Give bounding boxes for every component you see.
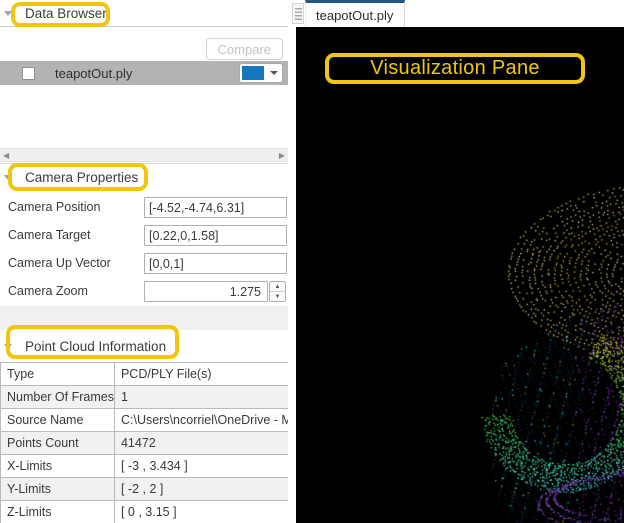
panel-grip-icon[interactable] xyxy=(292,3,304,24)
row-label: Z-Limits xyxy=(0,500,115,523)
scroll-right-icon[interactable]: ▶ xyxy=(279,150,285,162)
row-label: X-Limits xyxy=(0,454,115,478)
visualization-pane: teapotOut.ply xyxy=(288,0,624,523)
stepper-up-icon[interactable]: ▲ xyxy=(270,282,285,292)
point-cloud-viewport[interactable] xyxy=(296,27,624,523)
tab-teapotout-ply[interactable]: teapotOut.ply xyxy=(305,0,405,27)
data-browser-header: Data Browser xyxy=(0,0,288,27)
camera-position-field: Camera Position xyxy=(0,197,288,218)
camera-zoom-field: Camera Zoom ▲ ▼ xyxy=(0,281,288,302)
color-swatch xyxy=(242,66,264,80)
scroll-left-icon[interactable]: ◀ xyxy=(3,150,9,162)
camera-target-input[interactable] xyxy=(144,225,287,246)
chevron-down-icon xyxy=(270,71,278,75)
point-cloud-canvas[interactable] xyxy=(296,27,624,523)
file-visibility-checkbox[interactable] xyxy=(22,66,35,80)
camera-up-vector-field: Camera Up Vector xyxy=(0,253,288,274)
camera-zoom-label: Camera Zoom xyxy=(8,284,88,298)
table-row: Source Name C:\Users\ncorriel\OneDrive -… xyxy=(0,408,300,432)
camera-target-field: Camera Target xyxy=(0,225,288,246)
tab-bar: teapotOut.ply xyxy=(288,0,624,27)
camera-zoom-stepper: ▲ ▼ xyxy=(269,281,286,302)
table-row: Z-Limits [ 0 , 3.15 ] xyxy=(0,500,300,523)
color-picker-dropdown[interactable] xyxy=(239,63,283,83)
section-divider xyxy=(0,306,288,330)
point-cloud-info-title: Point Cloud Information xyxy=(25,338,167,354)
collapse-arrow-icon[interactable] xyxy=(4,343,12,349)
camera-position-input[interactable] xyxy=(144,197,287,218)
row-value: 41472 xyxy=(113,431,300,455)
point-cloud-info-table: Type PCD/PLY File(s) Number Of Frames 1 … xyxy=(0,362,300,523)
point-cloud-info-header: Point Cloud Information xyxy=(0,330,288,362)
data-browser-title: Data Browser xyxy=(25,5,107,21)
horizontal-scrollbar[interactable]: ◀ ▶ xyxy=(0,148,288,162)
camera-up-vector-label: Camera Up Vector xyxy=(8,256,111,270)
row-label: Type xyxy=(0,362,115,386)
collapse-arrow-icon[interactable] xyxy=(4,175,12,180)
lidar-viewer-app: Data Browser Compare teapotOut.ply ◀ ▶ C… xyxy=(0,0,624,523)
row-label: Source Name xyxy=(0,408,115,432)
table-row: X-Limits [ -3 , 3.434 ] xyxy=(0,454,300,478)
table-row: Y-Limits [ -2 , 2 ] xyxy=(0,477,300,501)
camera-properties-header: Camera Properties xyxy=(0,163,288,191)
row-value: [ 0 , 3.15 ] xyxy=(113,500,300,523)
row-value: [ -2 , 2 ] xyxy=(113,477,300,501)
row-label: Y-Limits xyxy=(0,477,115,501)
compare-button[interactable]: Compare xyxy=(205,38,283,60)
file-name-label: teapotOut.ply xyxy=(55,65,133,81)
camera-target-label: Camera Target xyxy=(8,228,91,242)
row-label: Number Of Frames xyxy=(0,385,115,409)
table-row: Points Count 41472 xyxy=(0,431,300,455)
camera-zoom-input[interactable] xyxy=(144,281,268,302)
data-browser-panel: Data Browser Compare teapotOut.ply ◀ ▶ C… xyxy=(0,0,300,523)
file-list-item[interactable]: teapotOut.ply xyxy=(0,61,288,85)
row-value: [ -3 , 3.434 ] xyxy=(113,454,300,478)
collapse-arrow-icon[interactable] xyxy=(4,10,12,16)
camera-up-vector-input[interactable] xyxy=(144,253,287,274)
camera-properties-title: Camera Properties xyxy=(25,170,139,185)
row-value: C:\Users\ncorriel\OneDrive - Ma xyxy=(113,408,300,432)
table-row: Number Of Frames 1 xyxy=(0,385,300,409)
table-row: Type PCD/PLY File(s) xyxy=(0,362,300,386)
row-value: PCD/PLY File(s) xyxy=(113,362,300,386)
stepper-down-icon[interactable]: ▼ xyxy=(270,292,285,302)
camera-position-label: Camera Position xyxy=(8,200,101,214)
row-value: 1 xyxy=(113,385,300,409)
row-label: Points Count xyxy=(0,431,115,455)
